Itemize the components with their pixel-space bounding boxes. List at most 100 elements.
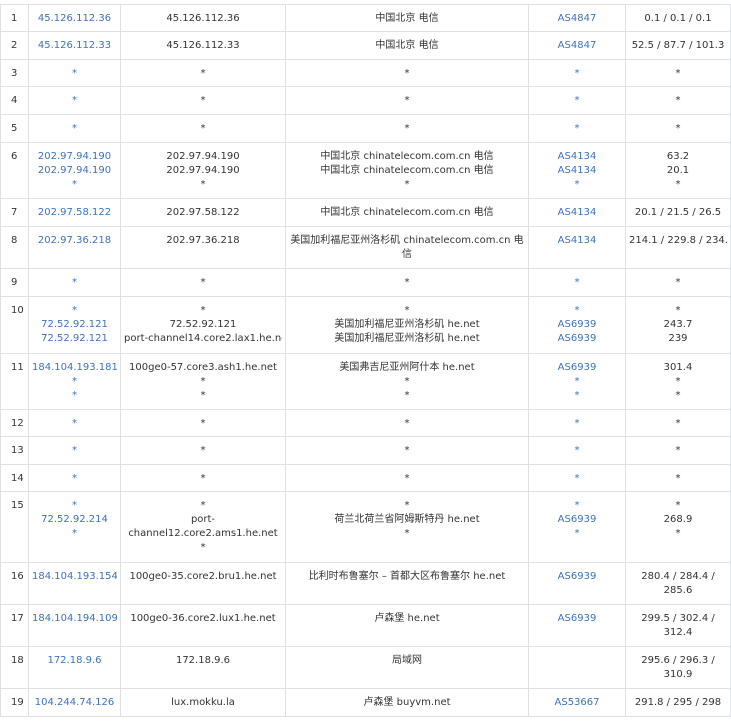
hostname-cell: * (120, 409, 286, 437)
hostname-cell-line: 172.18.9.6 (175, 655, 231, 666)
asn-cell: AS6939 (528, 604, 626, 647)
rtt-cell-line: 63.2 (666, 151, 690, 162)
asn-cell-line[interactable]: AS4134 (532, 164, 622, 178)
ip-cell-line[interactable]: 202.97.94.190 (32, 150, 117, 164)
hop-number-text: 17 (11, 613, 24, 624)
hostname-cell: * port-channel12.core2.ams1.he.net * (120, 491, 286, 563)
hop-number: 18 (0, 646, 29, 689)
hostname-cell-line: lux.mokku.la (171, 697, 235, 708)
asn-cell-line[interactable]: AS4134 (532, 234, 622, 248)
rtt-cell: * 268.9 * (625, 491, 731, 563)
location-cell-line: * (404, 445, 410, 456)
location-cell-line: 美国加利福尼亚州洛杉矶 he.net (334, 333, 480, 344)
hop-number: 13 (0, 436, 29, 465)
ip-cell-line[interactable]: 104.244.74.126 (32, 696, 117, 710)
hop-row: 8 202.97.36.218 202.97.36.218 美国加利福尼亚州洛杉矶 c… (0, 226, 731, 269)
ip-cell-line[interactable]: 72.52.92.121 (32, 332, 117, 346)
hostname-cell-line: 202.97.36.218 (166, 235, 240, 246)
asn-cell-line[interactable]: AS6939 (532, 570, 622, 584)
hop-number: 9 (0, 268, 29, 297)
hostname-cell: * (120, 436, 286, 465)
hostname-cell-line: * (200, 542, 206, 553)
asn-cell-line: * (574, 123, 580, 134)
hostname-cell-line: * (200, 473, 206, 484)
asn-cell-line[interactable]: AS6939 (532, 612, 622, 626)
asn-cell-line[interactable]: AS4134 (532, 206, 622, 220)
rtt-cell-line: * (675, 445, 681, 456)
location-cell-line: 卢森堡 he.net (374, 613, 440, 624)
ip-cell-line[interactable]: 202.97.36.218 (32, 234, 117, 248)
asn-cell-line[interactable]: AS4134 (532, 150, 622, 164)
hostname-cell: lux.mokku.la (120, 688, 286, 717)
asn-cell-line[interactable]: AS4847 (532, 12, 622, 26)
ip-cell-line[interactable]: 202.97.94.190 (32, 164, 117, 178)
hop-number-text: 16 (11, 571, 24, 582)
hostname-cell-line: 100ge0-36.core2.lux1.he.net (130, 613, 276, 624)
rtt-cell: 280.4 / 284.4 / 285.6 (625, 562, 731, 605)
hostname-cell-line: 202.97.94.190 (166, 151, 240, 162)
asn-cell-line[interactable]: AS6939 (532, 332, 622, 346)
location-cell-line: 中国北京 chinatelecom.com.cn 电信 (320, 151, 494, 162)
rtt-cell: 299.5 / 302.4 / 312.4 (625, 604, 731, 647)
ip-cell-line[interactable]: 45.126.112.33 (32, 39, 117, 53)
ip-cell-line: * (72, 390, 77, 401)
location-cell-line: 中国北京 chinatelecom.com.cn 电信 (320, 207, 494, 218)
rtt-cell: 301.4 * * (625, 353, 731, 410)
location-cell-line: 中国北京 电信 (375, 40, 439, 51)
ip-cell-line[interactable]: 172.18.9.6 (32, 654, 117, 668)
hop-number-text: 14 (11, 473, 24, 484)
asn-cell: * (528, 464, 626, 492)
ip-cell-line[interactable]: 72.52.92.121 (32, 318, 117, 332)
hostname-cell-line: channel12.core2.ams1.he.net (128, 528, 278, 539)
hostname-cell-line: * (200, 305, 206, 316)
asn-cell: * AS6939 * (528, 491, 626, 563)
rtt-cell-line: * (675, 473, 681, 484)
hop-number: 1 (0, 4, 29, 32)
hostname-cell-line: port- (190, 514, 216, 525)
ip-cell: * (28, 86, 121, 115)
rtt-cell: * (625, 436, 731, 465)
location-cell-line: * (404, 500, 410, 511)
hostname-cell-line: * (200, 376, 206, 387)
hostname-cell-line: * (200, 390, 206, 401)
asn-cell-line[interactable]: AS6939 (532, 361, 622, 375)
ip-cell: * (28, 59, 121, 87)
hostname-cell: * (120, 86, 286, 115)
ip-cell-line[interactable]: 184.104.194.109 (32, 612, 117, 626)
ip-cell: 184.104.193.154 (28, 562, 121, 605)
ip-cell-line[interactable]: 184.104.193.181 (32, 361, 117, 375)
hop-number: 8 (0, 226, 29, 269)
asn-cell-line[interactable]: AS6939 (532, 318, 622, 332)
location-cell: * 荷兰北荷兰省阿姆斯特丹 he.net * (285, 491, 529, 563)
ip-cell-line[interactable]: 184.104.193.154 (32, 570, 117, 584)
rtt-cell-line: * (675, 376, 681, 387)
ip-cell: * (28, 436, 121, 465)
location-cell-line: 美国弗吉尼亚州阿什本 he.net (339, 362, 475, 373)
rtt-cell: 0.1 / 0.1 / 0.1 (625, 4, 731, 32)
hop-number: 5 (0, 114, 29, 143)
ip-cell-line[interactable]: 72.52.92.214 (32, 513, 117, 527)
rtt-cell-line: 299.5 / 302.4 / (641, 613, 715, 624)
ip-cell: * (28, 464, 121, 492)
rtt-cell-line: 239 (668, 333, 688, 344)
rtt-cell-line: 291.8 / 295 / 298 (634, 697, 722, 708)
asn-cell-line[interactable]: AS6939 (532, 513, 622, 527)
asn-cell (528, 646, 626, 689)
ip-cell-line[interactable]: 45.126.112.36 (32, 12, 117, 26)
asn-cell-line: * (574, 528, 580, 539)
traceroute-body: 1 45.126.112.36 45.126.112.36 中国北京 电信 AS4847… (0, 4, 731, 717)
asn-cell-line: * (574, 277, 580, 288)
ip-cell-line: * (72, 376, 77, 387)
asn-cell-line[interactable]: AS53667 (532, 696, 622, 710)
location-cell: 卢森堡 buyvm.net (285, 688, 529, 717)
ip-cell: 45.126.112.36 (28, 4, 121, 32)
ip-cell: 202.97.58.122 (28, 198, 121, 227)
hostname-cell: * (120, 59, 286, 87)
hop-row: 11 184.104.193.181 * * 100ge0-57.core3.ash1.… (0, 353, 731, 410)
asn-cell: AS4847 (528, 31, 626, 60)
asn-cell-line: * (574, 305, 580, 316)
ip-cell-line[interactable]: 202.97.58.122 (32, 206, 117, 220)
location-cell-line: 美国加利福尼亚州洛杉矶 chinatelecom.com.cn 电信 (290, 235, 524, 260)
ip-cell: 172.18.9.6 (28, 646, 121, 689)
asn-cell-line[interactable]: AS4847 (532, 39, 622, 53)
